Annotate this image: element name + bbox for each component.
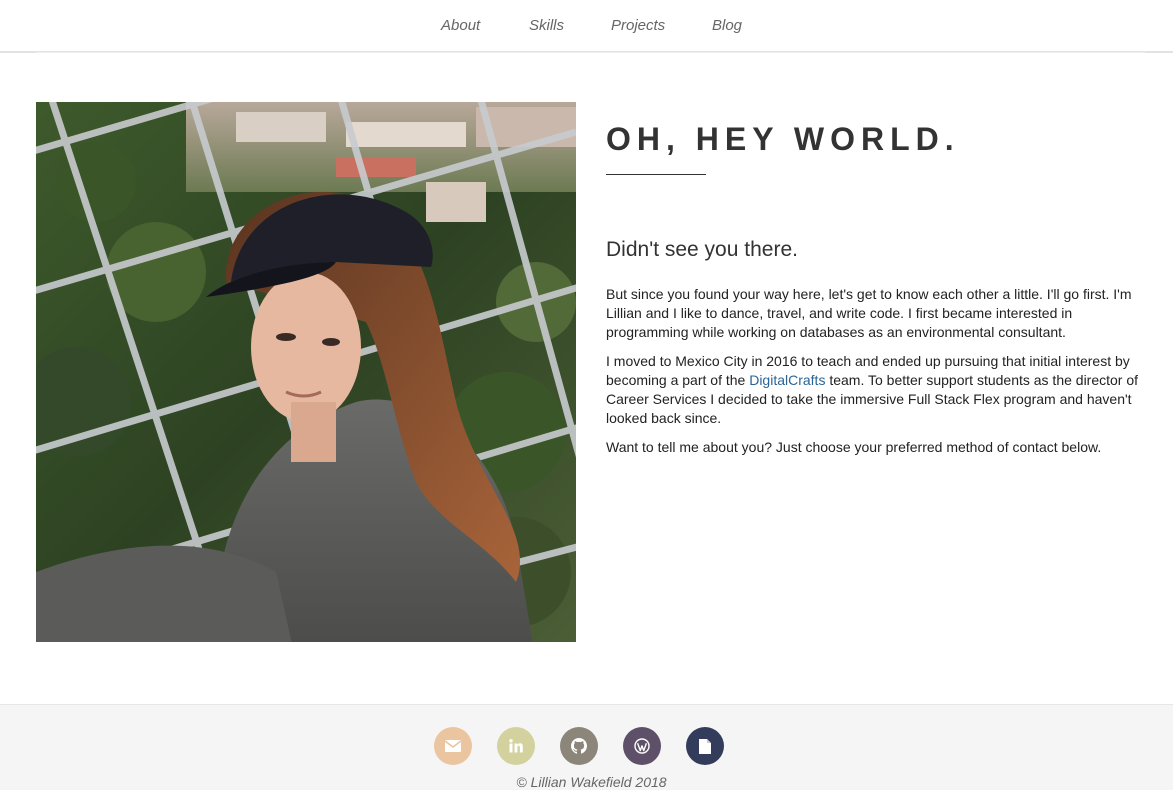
contact-icons bbox=[0, 727, 1173, 765]
digitalcrafts-link[interactable]: DigitalCrafts bbox=[749, 372, 825, 388]
profile-photo-illustration bbox=[36, 102, 576, 642]
profile-photo bbox=[36, 102, 576, 642]
nav-link-skills[interactable]: Skills bbox=[529, 17, 564, 34]
title-divider bbox=[606, 174, 706, 175]
envelope-icon bbox=[445, 740, 461, 752]
linkedin-button[interactable] bbox=[497, 727, 535, 765]
about-paragraph-2: I moved to Mexico City in 2016 to teach … bbox=[606, 352, 1151, 428]
about-text: But since you found your way here, let's… bbox=[606, 285, 1151, 467]
document-icon bbox=[699, 738, 711, 754]
email-button[interactable] bbox=[434, 727, 472, 765]
nav-link-blog[interactable]: Blog bbox=[712, 17, 742, 34]
linkedin-icon bbox=[509, 739, 523, 753]
wordpress-button[interactable] bbox=[623, 727, 661, 765]
footer: © Lillian Wakefield 2018 bbox=[0, 704, 1173, 790]
github-button[interactable] bbox=[560, 727, 598, 765]
copyright-text: © Lillian Wakefield 2018 bbox=[516, 774, 667, 790]
nav-link-about[interactable]: About bbox=[441, 17, 480, 34]
top-navbar: About Skills Projects Blog bbox=[0, 0, 1173, 53]
nav-link-projects[interactable]: Projects bbox=[611, 17, 665, 34]
github-icon bbox=[571, 738, 587, 754]
wordpress-icon bbox=[634, 738, 650, 754]
about-paragraph-3: Want to tell me about you? Just choose y… bbox=[606, 439, 1102, 455]
about-paragraph-1: But since you found your way here, let's… bbox=[606, 286, 1132, 340]
navbar-inner-border bbox=[36, 0, 1145, 53]
resume-button[interactable] bbox=[686, 727, 724, 765]
page-title: OH, HEY WORLD. bbox=[606, 121, 960, 157]
subheading: Didn't see you there. bbox=[606, 238, 798, 261]
